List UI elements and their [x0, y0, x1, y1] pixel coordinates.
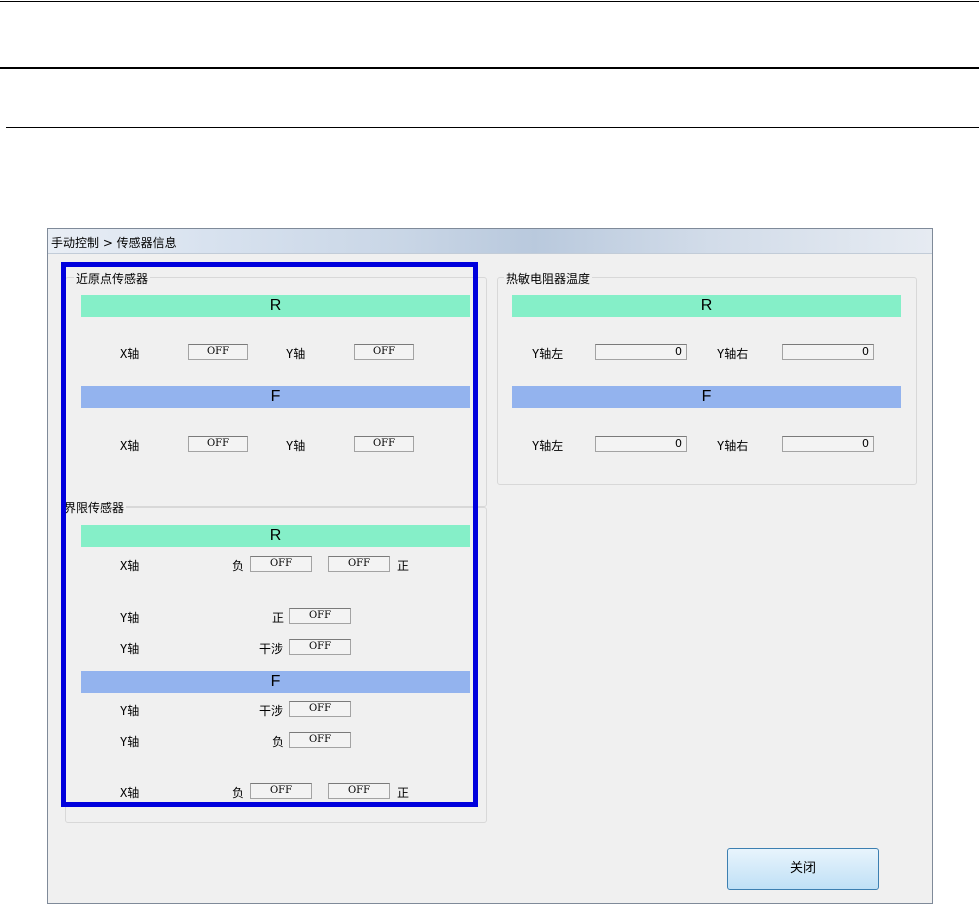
thermistor-f-right-label: Y轴右 [717, 439, 749, 453]
near-origin-r-x-value: OFF [188, 344, 248, 360]
limit-f-x-label: X轴 [120, 786, 140, 800]
thermistor-r-right-value: 0 [782, 344, 874, 360]
limit-r-y2-value: OFF [289, 639, 351, 655]
middle-rule [0, 67, 979, 69]
limit-f-y2-label: Y轴 [120, 735, 140, 749]
lower-rule [6, 127, 979, 128]
limit-f-x-pos-label: 正 [397, 786, 410, 800]
near-origin-f-y-value: OFF [354, 436, 414, 452]
limit-r-y2-label: Y轴 [120, 642, 140, 656]
limit-f-x-neg-label: 负 [232, 786, 245, 800]
limit-f-y1-value: OFF [289, 701, 351, 717]
limit-r-x-pos-label: 正 [397, 559, 410, 573]
near-origin-r-band: R [81, 295, 470, 317]
top-rule [0, 1, 979, 2]
thermistor-r-band: R [512, 295, 901, 317]
limit-f-y2-value: OFF [289, 732, 351, 748]
limit-r-y2-sub: 干涉 [259, 642, 284, 656]
limit-f-y1-sub: 干涉 [259, 704, 284, 718]
limit-title: 界限传感器 [62, 499, 127, 516]
limit-r-y1-label: Y轴 [120, 611, 140, 625]
limit-r-x-label: X轴 [120, 559, 140, 573]
thermistor-r-left-value: 0 [595, 344, 687, 360]
thermistor-f-band: F [512, 386, 901, 408]
window-title: 手动控制 > 传感器信息 [51, 236, 177, 250]
limit-r-x-neg-label: 负 [232, 559, 245, 573]
near-origin-r-y-value: OFF [354, 344, 414, 360]
limit-r-x-pos-value: OFF [328, 556, 390, 572]
limit-f-x-pos-value: OFF [328, 783, 390, 799]
limit-f-x-neg-value: OFF [250, 783, 312, 799]
limit-f-band: F [81, 671, 470, 693]
thermistor-f-right-value: 0 [782, 436, 874, 452]
near-origin-f-band: F [81, 386, 470, 408]
thermistor-f-left-label: Y轴左 [532, 439, 564, 453]
sensor-info-window: 手动控制 > 传感器信息 近原点传感器 R X轴 OFF Y轴 OFF F X轴… [47, 228, 933, 904]
near-origin-title: 近原点传感器 [74, 270, 151, 287]
limit-f-y2-sub: 负 [272, 735, 285, 749]
thermistor-r-left-label: Y轴左 [532, 347, 564, 361]
near-origin-f-x-value: OFF [188, 436, 248, 452]
limit-group [65, 507, 487, 823]
near-origin-r-y-label: Y轴 [286, 347, 306, 361]
close-button[interactable]: 关闭 [727, 848, 879, 890]
thermistor-r-right-label: Y轴右 [717, 347, 749, 361]
thermistor-title: 热敏电阻器温度 [504, 270, 593, 287]
near-origin-f-x-label: X轴 [120, 439, 140, 453]
limit-f-y1-label: Y轴 [120, 704, 140, 718]
limit-r-band: R [81, 525, 470, 547]
limit-r-x-neg-value: OFF [250, 556, 312, 572]
title-bar: 手动控制 > 传感器信息 [48, 229, 932, 254]
limit-r-y1-value: OFF [289, 608, 351, 624]
near-origin-r-x-label: X轴 [120, 347, 140, 361]
thermistor-f-left-value: 0 [595, 436, 687, 452]
limit-r-y1-sub: 正 [272, 611, 285, 625]
near-origin-f-y-label: Y轴 [286, 439, 306, 453]
